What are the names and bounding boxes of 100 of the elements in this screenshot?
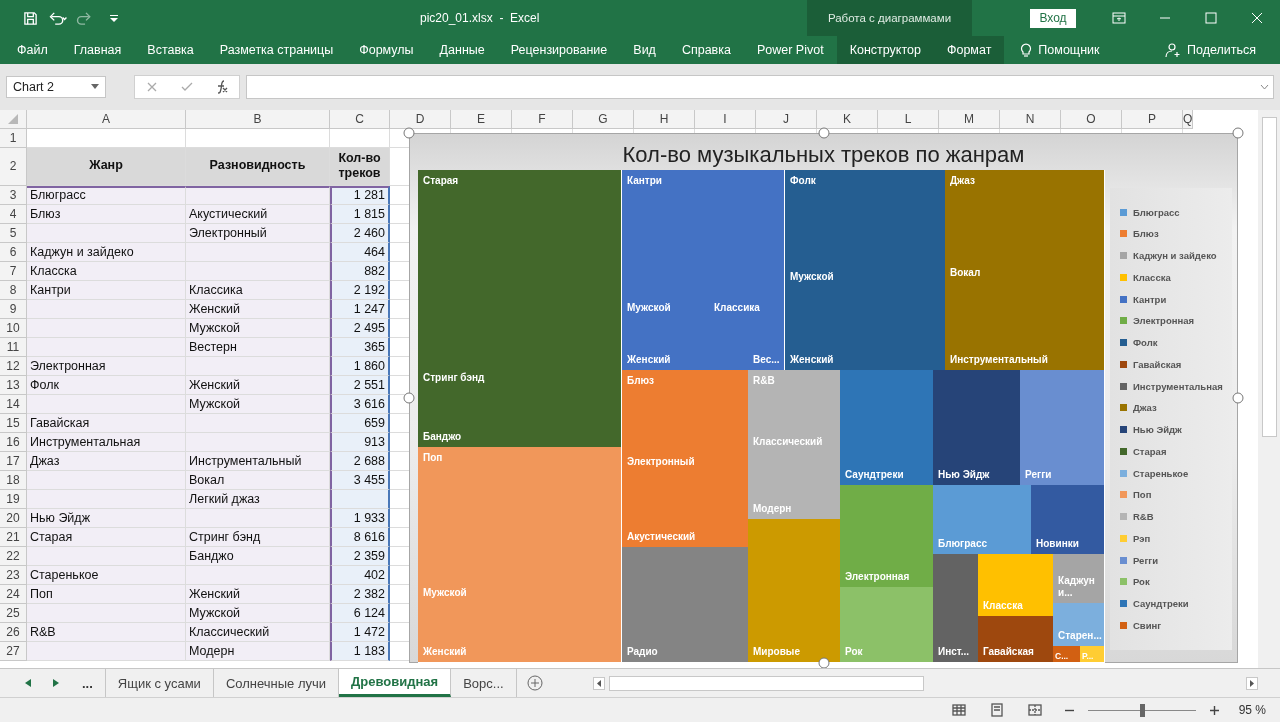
resize-handle[interactable]	[818, 127, 829, 139]
legend-label: Блюз	[1133, 228, 1159, 240]
legend-label: R&B	[1133, 511, 1154, 523]
legend-label: Гавайская	[1133, 358, 1182, 370]
legend-label: Электронная	[1133, 315, 1195, 327]
normal-view-icon[interactable]	[950, 702, 967, 719]
group-label: Старая	[423, 174, 460, 187]
zoom-in-icon[interactable]	[1209, 705, 1219, 715]
scroll-right-icon[interactable]	[1246, 676, 1258, 690]
tile-label: Акустический	[627, 530, 697, 543]
tile-label: Гавайская	[983, 645, 1035, 658]
resize-handle[interactable]	[1232, 127, 1244, 139]
legend-label: Фолк	[1133, 337, 1158, 349]
legend-label: Джаз	[1133, 402, 1157, 414]
chart-area[interactable]	[409, 132, 1238, 663]
zoom-level[interactable]: 95 %	[1238, 703, 1266, 718]
ribbon-tab[interactable]: Данные	[426, 36, 498, 64]
tile-label: Новинки	[1036, 537, 1080, 550]
tile-label: Женский	[790, 353, 835, 366]
page-layout-icon[interactable]	[988, 702, 1005, 719]
person-add-icon	[1164, 41, 1181, 58]
ribbon-tab[interactable]: Разметка страницы	[206, 36, 347, 64]
tile-label: Рок	[845, 645, 864, 658]
tile-label: Модерн	[753, 502, 793, 515]
tile-label: Классический	[753, 435, 824, 448]
ribbon-tab[interactable]: Вставка	[134, 36, 207, 64]
ribbon-tab[interactable]: Конструктор	[836, 36, 934, 64]
tile-label: Радио	[627, 645, 659, 658]
legend-label: Саундтреки	[1133, 598, 1189, 610]
legend-label: Свинг	[1133, 619, 1162, 631]
chart-title: Кол-во музыкальных треков по жанрам	[621, 141, 1026, 168]
legend-label: Регги	[1133, 554, 1159, 566]
scrollbar-thumb[interactable]	[1261, 116, 1277, 437]
legend-label: Старая	[1133, 445, 1167, 457]
tile-label: Женский	[423, 645, 468, 658]
legend-label: Нью Эйдж	[1133, 424, 1182, 436]
legend-label: Блюграсс	[1133, 206, 1180, 218]
tile-label: Р...	[1082, 650, 1095, 661]
ribbon-tab[interactable]: Формулы	[346, 36, 427, 64]
ribbon-tab[interactable]: Power Pivot	[743, 36, 837, 64]
ribbon-tab[interactable]: Формат	[933, 36, 1005, 64]
window-title: pic20_01.xlsx - Excel	[420, 11, 540, 25]
resize-handle[interactable]	[403, 127, 415, 139]
scroll-left-icon[interactable]	[592, 676, 605, 690]
resize-handle[interactable]	[403, 392, 415, 404]
sign-in-button[interactable]: Вход	[1030, 8, 1076, 28]
header-cell: Жанр	[27, 147, 186, 186]
ribbon-tab[interactable]: Рецензирование	[497, 36, 621, 64]
group-label: R&B	[753, 374, 776, 387]
tile-label: Мировые	[753, 645, 801, 658]
scrollbar-thumb[interactable]	[608, 675, 925, 691]
tile-label: Саундтреки	[845, 468, 905, 481]
tile-label: Вес...	[753, 353, 779, 366]
row-number: 2	[0, 147, 27, 186]
tile-label: Инструментальный	[950, 353, 1049, 366]
legend-label: Кантри	[1133, 293, 1167, 305]
header-cell: Кол-во треков	[330, 147, 390, 186]
tile-label: Электронная	[845, 570, 911, 583]
tile-label: Блюграсс	[938, 537, 989, 550]
tile-label: Каджун и...	[1058, 574, 1096, 599]
slider-thumb[interactable]	[1139, 703, 1145, 717]
share-button[interactable]: Поделиться	[1154, 36, 1280, 64]
ribbon-tab[interactable]: Вид	[620, 36, 669, 64]
tile-label: Стринг бэнд	[423, 371, 486, 384]
group-label: Кантри	[627, 174, 663, 187]
assistant-button[interactable]: Помощник	[1010, 36, 1110, 64]
resize-handle[interactable]	[1232, 392, 1244, 404]
lightbulb-icon	[1020, 41, 1033, 58]
tile-label: С...	[1055, 650, 1070, 661]
formula-field[interactable]	[246, 74, 1274, 99]
tile-label: Банджо	[423, 430, 463, 443]
header-cell: Разновидность	[186, 147, 330, 186]
tile-label: Классика	[714, 301, 761, 314]
legend-label: Поп	[1133, 489, 1152, 501]
legend-label: Каджун и зайдеко	[1133, 250, 1217, 262]
legend-label: Класска	[1133, 271, 1171, 283]
ribbon-tab[interactable]: Главная	[60, 36, 135, 64]
dropdown-icon[interactable]	[91, 84, 99, 90]
group-label: Поп	[423, 451, 444, 464]
tile-label: Инст...	[938, 645, 971, 658]
expand-icon[interactable]	[1260, 83, 1269, 90]
legend-label: Рэп	[1133, 532, 1151, 544]
tile-label: Мужской	[627, 301, 672, 314]
sheet-tab[interactable]: Древовидная	[339, 669, 452, 698]
legend-label: Инструментальная	[1133, 380, 1223, 392]
tile-label: Класска	[983, 599, 1024, 612]
column-header[interactable]: Q	[1183, 109, 1194, 129]
tile-label: Старен...	[1058, 629, 1099, 642]
legend-label: Рок	[1133, 576, 1150, 588]
tile-label: Женский	[627, 353, 672, 366]
ribbon-tab[interactable]: Файл	[4, 36, 61, 64]
ribbon-tab[interactable]: Справка	[668, 36, 744, 64]
tile-label: Вокал	[950, 266, 982, 279]
page-break-icon[interactable]	[1026, 702, 1043, 719]
tile-label: Регги	[1025, 468, 1053, 481]
legend-label: Старенькое	[1133, 467, 1189, 479]
name-box[interactable]: Chart 2	[6, 75, 106, 98]
group-label: Фолк	[790, 174, 817, 187]
tile-label: Мужской	[423, 586, 468, 599]
tile-label: Мужской	[790, 270, 835, 283]
